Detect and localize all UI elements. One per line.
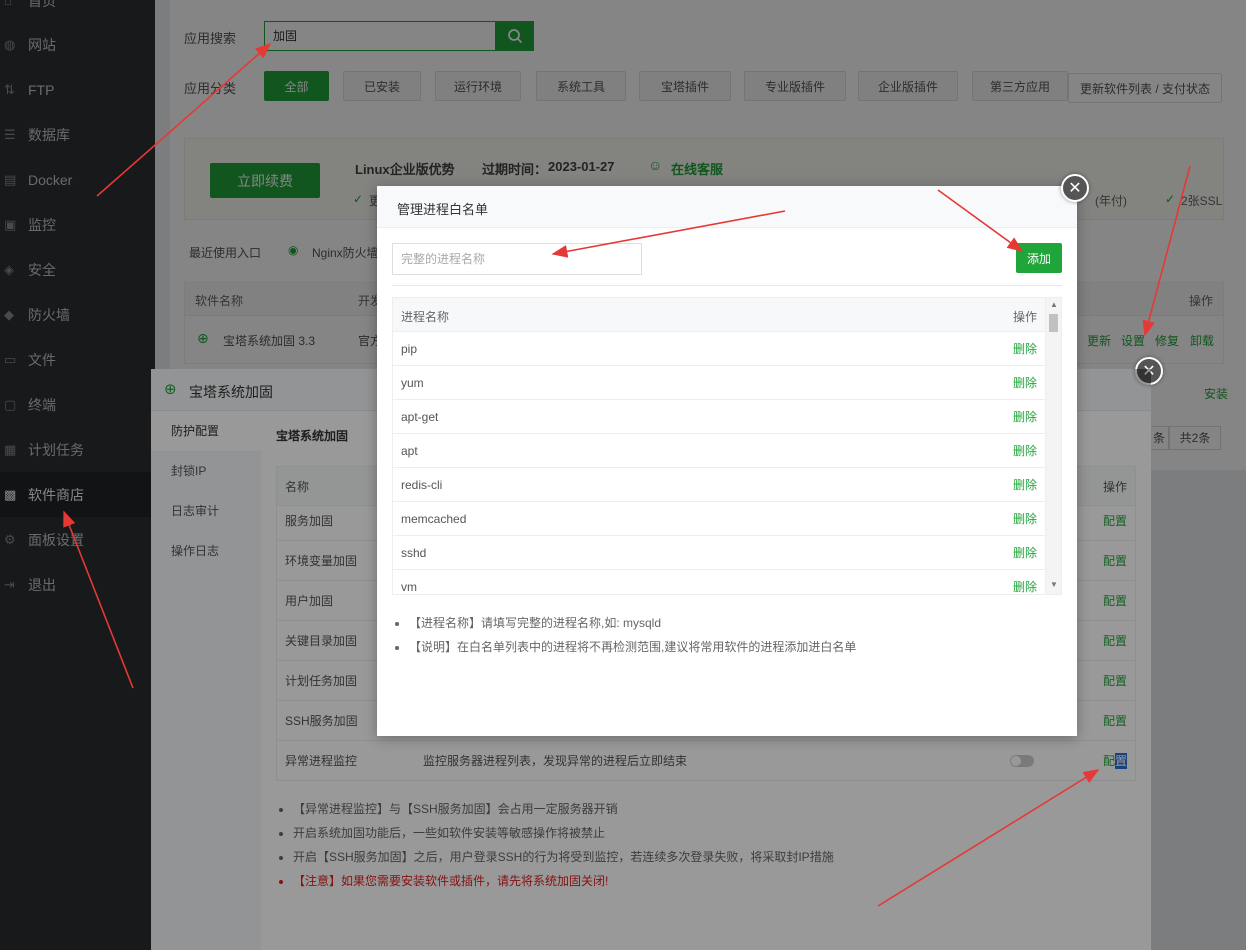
whitelist-titlebar: 管理进程白名单: [377, 186, 1077, 228]
scroll-up-icon[interactable]: ▲: [1050, 300, 1058, 309]
table-row: pip 删除: [393, 332, 1045, 366]
table-row: apt-get 删除: [393, 400, 1045, 434]
table-row: sshd 删除: [393, 536, 1045, 570]
delete-link[interactable]: 删除: [1013, 366, 1037, 400]
col-process: 进程名称: [401, 310, 450, 324]
scrollbar-thumb[interactable]: [1049, 314, 1058, 332]
delete-link[interactable]: 删除: [1013, 332, 1037, 366]
table-row: vm 删除: [393, 570, 1045, 594]
process-name: apt: [401, 444, 418, 458]
close-icon: ✕: [1068, 180, 1082, 197]
table-row: apt 删除: [393, 434, 1045, 468]
process-name: redis-cli: [401, 478, 443, 492]
process-name: yum: [401, 376, 424, 390]
add-button[interactable]: 添加: [1016, 243, 1062, 273]
col-ops: 操作: [1012, 310, 1037, 324]
process-name: sshd: [401, 546, 427, 560]
whitelist-modal: 管理进程白名单 完整的进程名称 添加 进程名称 操作 pip 删除 yum 删除 a…: [377, 186, 1077, 736]
table-row: yum 删除: [393, 366, 1045, 400]
whitelist-close-button[interactable]: ✕: [1061, 174, 1089, 202]
delete-link[interactable]: 删除: [1013, 400, 1037, 434]
note-item: 【说明】在白名单列表中的进程将不再检测范围,建议将常用软件的进程添加进白名单: [409, 635, 856, 659]
scroll-down-icon[interactable]: ▼: [1050, 580, 1058, 589]
delete-link[interactable]: 删除: [1013, 502, 1037, 536]
scrollbar[interactable]: ▲ ▼: [1045, 298, 1061, 594]
process-name-input[interactable]: 完整的进程名称: [392, 243, 642, 275]
whitelist-notes: 【进程名称】请填写完整的进程名称,如: mysqld 【说明】在白名单列表中的进…: [389, 611, 856, 659]
process-name: apt-get: [401, 410, 439, 424]
delete-link[interactable]: 删除: [1013, 468, 1037, 502]
process-name: pip: [401, 342, 418, 356]
table-row: memcached 删除: [393, 502, 1045, 536]
divider: [392, 285, 1062, 286]
note-item: 【进程名称】请填写完整的进程名称,如: mysqld: [409, 611, 856, 635]
table-row: redis-cli 删除: [393, 468, 1045, 502]
delete-link[interactable]: 删除: [1013, 570, 1037, 594]
whitelist-title: 管理进程白名单: [397, 202, 489, 217]
process-name: vm: [401, 580, 417, 594]
process-table-header: 进程名称 操作: [393, 298, 1045, 332]
process-name: memcached: [401, 512, 467, 526]
process-table: 进程名称 操作 pip 删除 yum 删除 apt-get 删除 apt 删除 redi…: [392, 297, 1062, 595]
delete-link[interactable]: 删除: [1013, 536, 1037, 570]
delete-link[interactable]: 删除: [1013, 434, 1037, 468]
